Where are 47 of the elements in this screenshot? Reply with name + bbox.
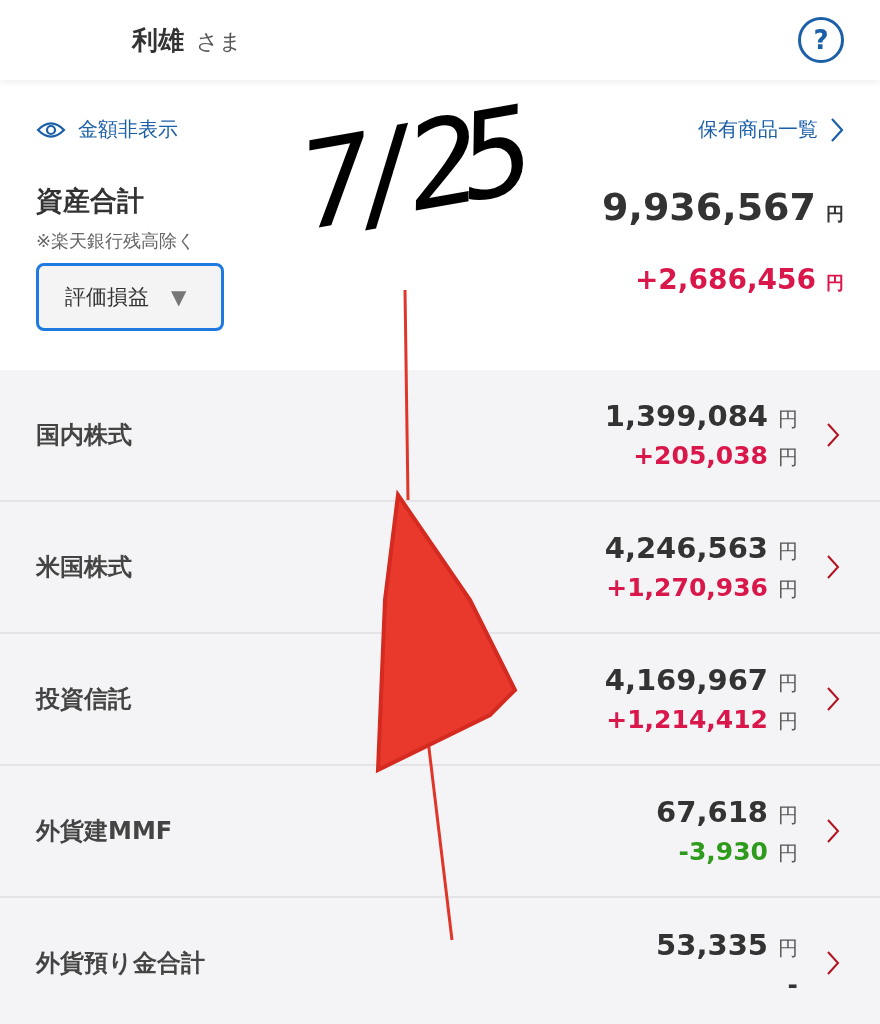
asset-value: 67,618 bbox=[656, 795, 768, 829]
asset-value: 1,399,084 bbox=[604, 399, 768, 433]
yen-unit: 円 bbox=[778, 671, 798, 695]
hide-amounts-link[interactable]: 金額非表示 bbox=[36, 116, 178, 143]
asset-name: 米国株式 bbox=[36, 552, 133, 583]
yen-unit: 円 bbox=[826, 272, 844, 293]
chevron-right-icon bbox=[826, 818, 840, 844]
asset-value: 4,246,563 bbox=[604, 531, 768, 565]
yen-unit: 円 bbox=[778, 577, 798, 601]
asset-row[interactable]: 外貨建MMF 67,618 円 -3,930 円 bbox=[0, 766, 880, 898]
display-dropdown[interactable]: 評価損益 ▼ bbox=[36, 263, 224, 331]
chevron-right-icon bbox=[826, 554, 840, 580]
asset-name: 外貨預り金合計 bbox=[36, 948, 206, 979]
yen-unit: 円 bbox=[778, 539, 798, 563]
yen-unit: 円 bbox=[778, 709, 798, 733]
total-gain: +2,686,456 bbox=[634, 263, 816, 296]
asset-name: 投資信託 bbox=[36, 684, 133, 715]
chevron-right-icon bbox=[826, 686, 840, 712]
asset-gain: +205,038 bbox=[633, 441, 768, 470]
eye-icon bbox=[36, 119, 66, 140]
yen-unit: 円 bbox=[778, 407, 798, 431]
total-assets-title: 資産合計 bbox=[36, 184, 145, 218]
chevron-right-icon bbox=[830, 116, 844, 143]
asset-row[interactable]: 外貨預り金合計 53,335 円 - bbox=[0, 898, 880, 1024]
chevron-right-icon bbox=[826, 950, 840, 976]
user-name: 利雄 bbox=[132, 23, 184, 57]
asset-value: 53,335 bbox=[656, 927, 768, 962]
total-amount: 9,936,567 bbox=[602, 185, 816, 229]
asset-name: 外貨建MMF bbox=[36, 816, 174, 847]
asset-row[interactable]: 国内株式 1,399,084 円 +205,038 円 bbox=[0, 370, 880, 502]
holdings-list-link[interactable]: 保有商品一覧 bbox=[698, 116, 844, 143]
honorific: さま bbox=[196, 27, 242, 56]
handwritten-date: 7/25 bbox=[291, 92, 526, 248]
yen-unit: 円 bbox=[778, 935, 798, 960]
asset-name: 国内株式 bbox=[36, 420, 133, 451]
note-text: ※楽天銀行残高除く bbox=[36, 229, 197, 253]
asset-gain: +1,270,936 bbox=[606, 573, 768, 602]
asset-gain: - bbox=[787, 969, 798, 999]
asset-gain: +1,214,412 bbox=[606, 705, 768, 734]
chevron-right-icon bbox=[826, 422, 840, 448]
help-button[interactable]: ? bbox=[798, 17, 844, 63]
yen-unit: 円 bbox=[778, 841, 798, 865]
yen-unit: 円 bbox=[778, 803, 798, 827]
yen-unit: 円 bbox=[778, 445, 798, 469]
asset-gain: -3,930 bbox=[678, 837, 768, 866]
asset-value: 4,169,967 bbox=[604, 663, 768, 697]
yen-unit: 円 bbox=[826, 203, 844, 224]
